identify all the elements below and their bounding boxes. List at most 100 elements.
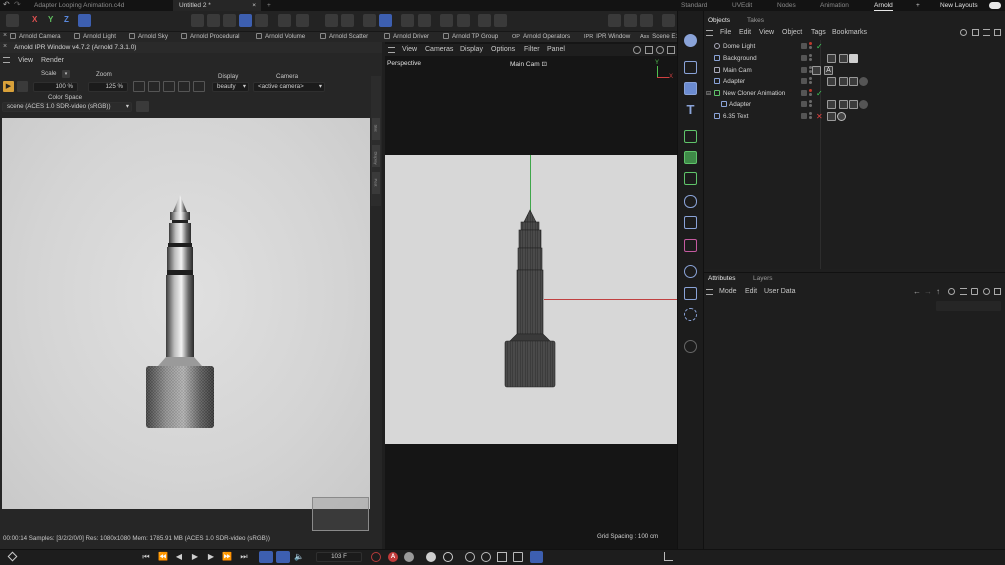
render-view-icon[interactable] xyxy=(608,14,621,27)
expand-panel-icon[interactable] xyxy=(994,288,1001,295)
region-tool-icon[interactable] xyxy=(133,81,145,92)
arnold-volume-button[interactable]: Arnold Volume xyxy=(256,32,305,42)
ipr-window-button[interactable]: IPR IPR Window xyxy=(584,32,630,42)
ipr-side-tab-post[interactable]: Post xyxy=(372,172,380,194)
arnold-scatter-button[interactable]: Arnold Scatter xyxy=(320,32,368,42)
tab-takes[interactable]: Takes xyxy=(747,17,764,24)
select-tool-icon[interactable] xyxy=(684,34,697,47)
key-pla-icon[interactable] xyxy=(530,551,543,563)
play-render-button[interactable]: ▶ xyxy=(3,81,14,92)
viewport-menu-filter[interactable]: Filter xyxy=(524,46,540,53)
compositing-tag-icon[interactable] xyxy=(827,54,836,63)
previous-key-icon[interactable]: ⏪ xyxy=(158,552,168,562)
phong-tag-icon[interactable] xyxy=(827,77,836,86)
render-dots[interactable] xyxy=(809,77,812,86)
attributes-menu-edit[interactable]: Edit xyxy=(745,288,757,295)
arnold-light-button[interactable]: Arnold Light xyxy=(74,32,116,42)
search-icon[interactable] xyxy=(960,29,967,36)
object-row-adapter[interactable]: Adapter xyxy=(704,76,1005,87)
spline-tool-icon[interactable] xyxy=(684,195,697,208)
visibility-toggle[interactable] xyxy=(801,78,807,84)
expand-panel-icon[interactable] xyxy=(994,29,1001,36)
record-icon[interactable] xyxy=(478,14,491,27)
back-arrow-icon[interactable]: ← xyxy=(913,287,921,296)
deformer-icon[interactable] xyxy=(684,172,697,185)
object-row-6-35-text[interactable]: 6.35 Text ✕ xyxy=(704,111,1005,122)
playback-mode-icon[interactable] xyxy=(276,551,290,563)
layout-arnold[interactable]: Arnold xyxy=(874,0,893,11)
play-icon[interactable]: ▶ xyxy=(190,552,200,562)
layout-uvedit[interactable]: UVEdit xyxy=(732,0,752,11)
visibility-toggle[interactable] xyxy=(801,55,807,61)
tab-attributes[interactable]: Attributes xyxy=(708,275,735,282)
new-layouts-label[interactable]: New Layouts xyxy=(940,0,978,11)
hamburger-menu-icon[interactable] xyxy=(3,57,10,63)
ipr-close-icon[interactable]: × xyxy=(3,43,7,50)
key-rotate-icon[interactable] xyxy=(481,552,491,562)
arnold-procedural-button[interactable]: Arnold Procedural xyxy=(181,32,240,42)
move-view-icon[interactable] xyxy=(645,46,653,54)
attributes-menu-mode[interactable]: Mode xyxy=(719,288,737,295)
color-space-select[interactable]: scene (ACES 1.0 SDR-video (sRGB)) ▾ xyxy=(2,102,132,112)
axis-y-lock[interactable]: Y xyxy=(48,15,53,24)
doc-tab-adapter[interactable]: Adapter Looping Animation.c4d xyxy=(28,0,173,11)
forward-arrow-icon[interactable]: → xyxy=(924,287,932,296)
viewport-menu-cameras[interactable]: Cameras xyxy=(425,46,453,53)
settings-gear-icon[interactable] xyxy=(457,14,470,27)
scene-export-button[interactable]: Ass Scene E: xyxy=(640,32,677,42)
key-parameter-icon[interactable] xyxy=(513,552,523,562)
render-dots[interactable] xyxy=(809,100,812,109)
coordinate-system-icon[interactable] xyxy=(78,14,91,27)
redo-icon[interactable]: ↷ xyxy=(14,1,22,9)
text-tool-icon[interactable]: T xyxy=(684,103,697,116)
environment-icon[interactable] xyxy=(684,265,697,278)
generator-icon[interactable] xyxy=(684,216,697,229)
crop-icon[interactable] xyxy=(193,81,205,92)
render-picture-viewer-icon[interactable] xyxy=(624,14,637,27)
arnold-driver-button[interactable]: Arnold Driver xyxy=(384,32,429,42)
object-mode-icon[interactable] xyxy=(239,14,252,27)
snapshot-icon[interactable] xyxy=(148,81,160,92)
material-tag-icon[interactable] xyxy=(849,54,858,63)
ipr-side-tab-stat[interactable]: Stat xyxy=(372,118,380,140)
compare-icon[interactable] xyxy=(163,81,175,92)
polygon-object-icon[interactable] xyxy=(684,82,697,95)
cloner-icon[interactable] xyxy=(684,130,697,143)
help-search-icon[interactable] xyxy=(662,14,675,27)
attributes-hamburger-icon[interactable] xyxy=(706,289,713,295)
objects-menu-edit[interactable]: Edit xyxy=(739,29,751,36)
next-key-icon[interactable]: ⏩ xyxy=(222,552,232,562)
visibility-toggle[interactable] xyxy=(801,67,807,73)
autokey-record-icon[interactable]: A xyxy=(388,552,398,562)
layout-animation[interactable]: Animation xyxy=(820,0,849,11)
layout-standard[interactable]: Standard xyxy=(681,0,707,11)
display-select[interactable]: beauty ▾ xyxy=(212,82,249,92)
symmetry-icon[interactable] xyxy=(440,14,453,27)
arnold-camera-button[interactable]: Arnold Camera xyxy=(10,32,61,42)
field-icon[interactable] xyxy=(684,239,697,252)
uvw-tag-icon[interactable] xyxy=(839,77,848,86)
objects-menu-file[interactable]: File xyxy=(720,29,731,36)
objects-menu-bookmarks[interactable]: Bookmarks xyxy=(832,29,867,36)
model-mode-icon[interactable] xyxy=(6,14,19,27)
render-dots[interactable] xyxy=(809,54,812,63)
previous-frame-icon[interactable]: ◀ xyxy=(174,552,184,562)
objects-menu-object[interactable]: Object xyxy=(782,29,802,36)
undo-icon[interactable]: ↶ xyxy=(3,1,11,9)
viewport-menu-panel[interactable]: Panel xyxy=(547,46,565,53)
lock-icon[interactable] xyxy=(971,288,978,295)
volume-icon[interactable]: 🔈 xyxy=(294,552,304,562)
viewport-menu-view[interactable]: View xyxy=(402,46,417,53)
close-panel-icon[interactable]: × xyxy=(3,32,7,39)
key-position-icon[interactable] xyxy=(426,552,436,562)
material-tag-icon[interactable] xyxy=(859,77,868,86)
record-keys-icon[interactable] xyxy=(371,552,381,562)
tab-layers[interactable]: Layers xyxy=(753,275,773,282)
axis-x-lock[interactable]: X xyxy=(32,15,37,24)
new-panel-icon[interactable] xyxy=(983,288,990,295)
viewport-menu-options[interactable]: Options xyxy=(491,46,515,53)
axis-mode-icon[interactable] xyxy=(278,14,291,27)
viewport-hamburger-icon[interactable] xyxy=(388,47,395,53)
render-dots[interactable] xyxy=(809,89,812,98)
scale-field[interactable]: 100 % xyxy=(33,82,78,92)
